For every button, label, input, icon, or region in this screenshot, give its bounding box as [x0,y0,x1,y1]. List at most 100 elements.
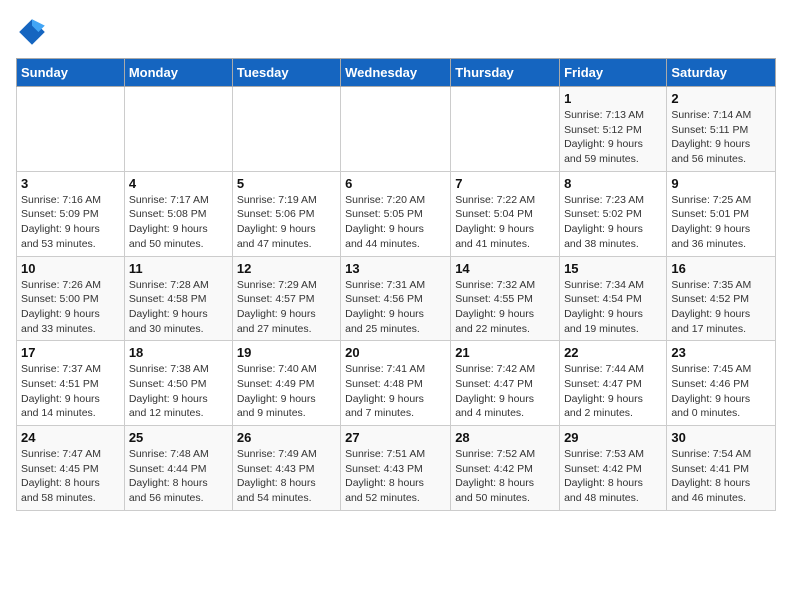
header [16,16,776,48]
day-cell: 28 Sunrise: 7:52 AM Sunset: 4:42 PM Dayli… [451,426,560,511]
day-number: 21 [455,345,555,360]
day-number: 6 [345,176,446,191]
day-number: 9 [671,176,771,191]
day-detail: Sunrise: 7:16 AM Sunset: 5:09 PM Dayligh… [21,193,120,252]
day-detail: Sunrise: 7:20 AM Sunset: 5:05 PM Dayligh… [345,193,446,252]
day-detail: Sunrise: 7:52 AM Sunset: 4:42 PM Dayligh… [455,447,555,506]
day-cell: 22Sunrise: 7:44 AM Sunset: 4:47 PM Dayli… [560,341,667,426]
day-detail: Sunrise: 7:51 AM Sunset: 4:43 PM Dayligh… [345,447,446,506]
day-detail: Sunrise: 7:49 AM Sunset: 4:43 PM Dayligh… [237,447,336,506]
day-number: 23 [671,345,771,360]
day-cell: 5 Sunrise: 7:19 AM Sunset: 5:06 PM Daylig… [232,171,340,256]
day-cell: 17 Sunrise: 7:37 AM Sunset: 4:51 PM Dayli… [17,341,125,426]
weekday-header-tuesday: Tuesday [232,59,340,87]
day-cell: 15 Sunrise: 7:34 AM Sunset: 4:54 PM Dayli… [560,256,667,341]
day-number: 11 [129,261,228,276]
day-detail: Sunrise: 7:25 AM Sunset: 5:01 PM Dayligh… [671,193,771,252]
week-row-1: 1 Sunrise: 7:13 AM Sunset: 5:12 PM Daylig… [17,87,776,172]
day-number: 24 [21,430,120,445]
day-number: 30 [671,430,771,445]
day-number: 17 [21,345,120,360]
day-cell: 18 Sunrise: 7:38 AM Sunset: 4:50 PM Dayli… [124,341,232,426]
day-number: 14 [455,261,555,276]
day-cell: 26Sunrise: 7:49 AM Sunset: 4:43 PM Dayli… [232,426,340,511]
day-detail: Sunrise: 7:53 AM Sunset: 4:42 PM Dayligh… [564,447,662,506]
day-detail: Sunrise: 7:29 AM Sunset: 4:57 PM Dayligh… [237,278,336,337]
day-number: 15 [564,261,662,276]
day-detail: Sunrise: 7:35 AM Sunset: 4:52 PM Dayligh… [671,278,771,337]
weekday-header-sunday: Sunday [17,59,125,87]
day-detail: Sunrise: 7:47 AM Sunset: 4:45 PM Dayligh… [21,447,120,506]
day-number: 5 [237,176,336,191]
day-detail: Sunrise: 7:44 AM Sunset: 4:47 PM Dayligh… [564,362,662,421]
day-detail: Sunrise: 7:31 AM Sunset: 4:56 PM Dayligh… [345,278,446,337]
day-cell [341,87,451,172]
logo-icon [16,16,48,48]
day-detail: Sunrise: 7:37 AM Sunset: 4:51 PM Dayligh… [21,362,120,421]
weekday-header-saturday: Saturday [667,59,776,87]
day-detail: Sunrise: 7:42 AM Sunset: 4:47 PM Dayligh… [455,362,555,421]
day-cell: 30 Sunrise: 7:54 AM Sunset: 4:41 PM Dayli… [667,426,776,511]
day-cell: 9 Sunrise: 7:25 AM Sunset: 5:01 PM Daylig… [667,171,776,256]
day-cell [17,87,125,172]
day-number: 1 [564,91,662,106]
day-number: 10 [21,261,120,276]
weekday-header-wednesday: Wednesday [341,59,451,87]
weekday-header-monday: Monday [124,59,232,87]
day-cell: 8 Sunrise: 7:23 AM Sunset: 5:02 PM Daylig… [560,171,667,256]
day-cell [451,87,560,172]
day-number: 27 [345,430,446,445]
day-cell: 20 Sunrise: 7:41 AM Sunset: 4:48 PM Dayli… [341,341,451,426]
week-row-2: 3 Sunrise: 7:16 AM Sunset: 5:09 PM Daylig… [17,171,776,256]
day-number: 12 [237,261,336,276]
day-cell: 29Sunrise: 7:53 AM Sunset: 4:42 PM Dayli… [560,426,667,511]
weekday-header-thursday: Thursday [451,59,560,87]
day-detail: Sunrise: 7:13 AM Sunset: 5:12 PM Dayligh… [564,108,662,167]
day-detail: Sunrise: 7:14 AM Sunset: 5:11 PM Dayligh… [671,108,771,167]
day-detail: Sunrise: 7:32 AM Sunset: 4:55 PM Dayligh… [455,278,555,337]
day-number: 25 [129,430,228,445]
day-detail: Sunrise: 7:17 AM Sunset: 5:08 PM Dayligh… [129,193,228,252]
day-detail: Sunrise: 7:54 AM Sunset: 4:41 PM Dayligh… [671,447,771,506]
day-cell: 3 Sunrise: 7:16 AM Sunset: 5:09 PM Daylig… [17,171,125,256]
day-detail: Sunrise: 7:23 AM Sunset: 5:02 PM Dayligh… [564,193,662,252]
day-number: 19 [237,345,336,360]
day-cell: 7Sunrise: 7:22 AM Sunset: 5:04 PM Daylig… [451,171,560,256]
day-detail: Sunrise: 7:19 AM Sunset: 5:06 PM Dayligh… [237,193,336,252]
week-row-3: 10Sunrise: 7:26 AM Sunset: 5:00 PM Dayli… [17,256,776,341]
day-detail: Sunrise: 7:48 AM Sunset: 4:44 PM Dayligh… [129,447,228,506]
day-cell [232,87,340,172]
day-cell: 2 Sunrise: 7:14 AM Sunset: 5:11 PM Daylig… [667,87,776,172]
day-number: 3 [21,176,120,191]
day-cell: 12 Sunrise: 7:29 AM Sunset: 4:57 PM Dayli… [232,256,340,341]
day-detail: Sunrise: 7:28 AM Sunset: 4:58 PM Dayligh… [129,278,228,337]
day-cell: 1 Sunrise: 7:13 AM Sunset: 5:12 PM Daylig… [560,87,667,172]
day-detail: Sunrise: 7:41 AM Sunset: 4:48 PM Dayligh… [345,362,446,421]
day-cell: 11 Sunrise: 7:28 AM Sunset: 4:58 PM Dayli… [124,256,232,341]
day-cell: 19 Sunrise: 7:40 AM Sunset: 4:49 PM Dayli… [232,341,340,426]
weekday-header-row: SundayMondayTuesdayWednesdayThursdayFrid… [17,59,776,87]
day-number: 16 [671,261,771,276]
day-cell: 27 Sunrise: 7:51 AM Sunset: 4:43 PM Dayli… [341,426,451,511]
day-cell: 24 Sunrise: 7:47 AM Sunset: 4:45 PM Dayli… [17,426,125,511]
day-number: 18 [129,345,228,360]
day-number: 13 [345,261,446,276]
weekday-header-friday: Friday [560,59,667,87]
day-cell: 16 Sunrise: 7:35 AM Sunset: 4:52 PM Dayli… [667,256,776,341]
day-number: 8 [564,176,662,191]
day-cell: 13 Sunrise: 7:31 AM Sunset: 4:56 PM Dayli… [341,256,451,341]
day-detail: Sunrise: 7:38 AM Sunset: 4:50 PM Dayligh… [129,362,228,421]
day-cell: 23Sunrise: 7:45 AM Sunset: 4:46 PM Dayli… [667,341,776,426]
day-cell: 14 Sunrise: 7:32 AM Sunset: 4:55 PM Dayli… [451,256,560,341]
day-detail: Sunrise: 7:22 AM Sunset: 5:04 PM Dayligh… [455,193,555,252]
day-number: 20 [345,345,446,360]
day-cell: 25 Sunrise: 7:48 AM Sunset: 4:44 PM Dayli… [124,426,232,511]
day-detail: Sunrise: 7:34 AM Sunset: 4:54 PM Dayligh… [564,278,662,337]
day-number: 4 [129,176,228,191]
day-number: 2 [671,91,771,106]
logo [16,16,52,48]
day-number: 28 [455,430,555,445]
day-cell: 21 Sunrise: 7:42 AM Sunset: 4:47 PM Dayli… [451,341,560,426]
day-detail: Sunrise: 7:40 AM Sunset: 4:49 PM Dayligh… [237,362,336,421]
calendar-table: SundayMondayTuesdayWednesdayThursdayFrid… [16,58,776,511]
